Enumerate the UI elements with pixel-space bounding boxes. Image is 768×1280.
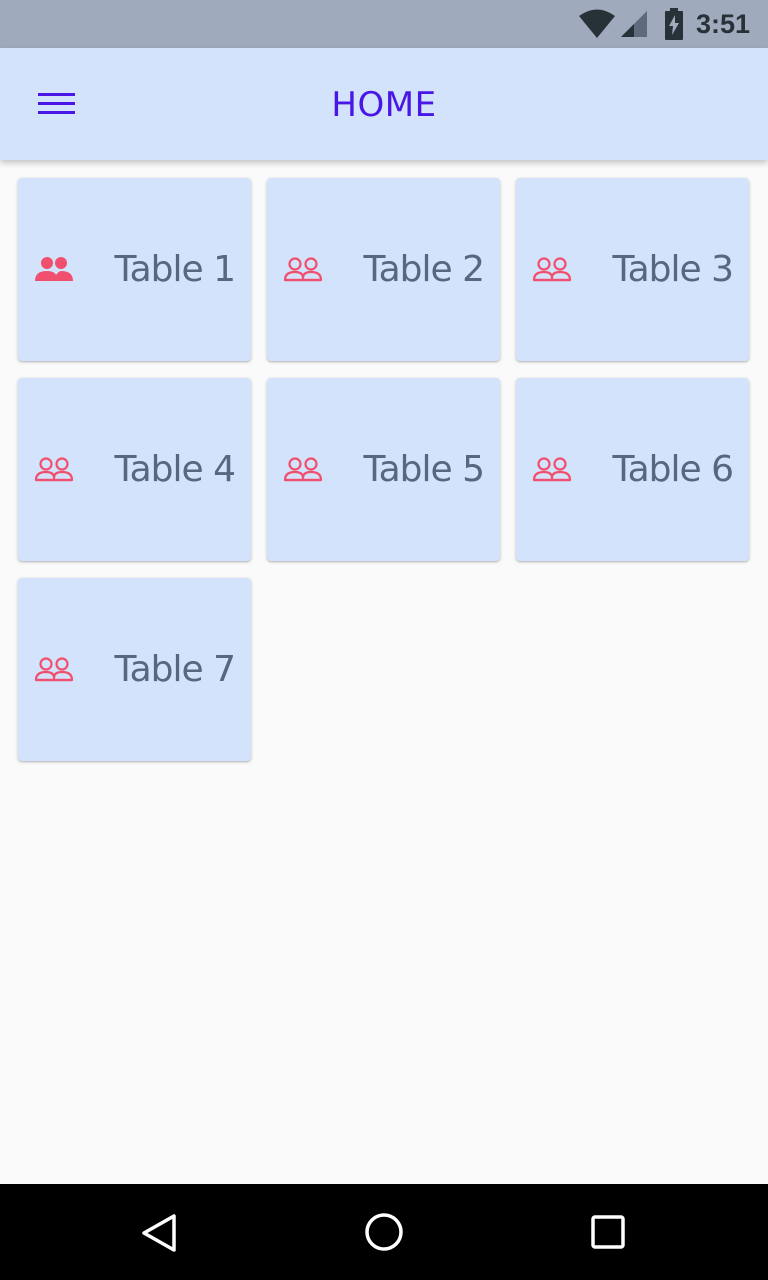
people-outline-icon bbox=[283, 255, 323, 285]
app-bar: HOME bbox=[0, 48, 768, 160]
table-card-4[interactable]: Table 4 bbox=[18, 378, 251, 561]
people-outline-icon bbox=[34, 655, 74, 685]
table-card-3[interactable]: Table 3 bbox=[516, 178, 749, 361]
people-outline-icon bbox=[34, 455, 74, 485]
table-label: Table 5 bbox=[363, 449, 485, 490]
hamburger-menu-icon bbox=[24, 93, 88, 132]
table-card-2[interactable]: Table 2 bbox=[267, 178, 500, 361]
table-label: Table 2 bbox=[363, 249, 485, 290]
recents-icon bbox=[584, 1215, 632, 1260]
table-label: Table 7 bbox=[114, 649, 236, 690]
people-outline-icon bbox=[532, 255, 572, 285]
table-label: Table 3 bbox=[612, 249, 734, 290]
table-card-6[interactable]: Table 6 bbox=[516, 378, 749, 561]
page-title: HOME bbox=[331, 85, 437, 125]
table-label: Table 4 bbox=[114, 449, 236, 490]
wifi-icon bbox=[578, 9, 616, 43]
back-button[interactable] bbox=[136, 1208, 184, 1256]
battery-charging-icon bbox=[664, 8, 684, 44]
table-card-1[interactable]: Table 1 bbox=[18, 178, 251, 361]
recents-button[interactable] bbox=[584, 1208, 632, 1256]
navigation-bar bbox=[0, 1184, 768, 1280]
people-outline-icon bbox=[283, 455, 323, 485]
status-bar: 3:51 bbox=[0, 0, 768, 48]
table-label: Table 1 bbox=[114, 249, 236, 290]
people-outline-icon bbox=[532, 455, 572, 485]
status-time: 3:51 bbox=[696, 9, 751, 39]
home-icon bbox=[360, 1213, 408, 1260]
table-label: Table 6 bbox=[612, 449, 734, 490]
menu-button[interactable] bbox=[24, 80, 88, 128]
table-card-7[interactable]: Table 7 bbox=[18, 578, 251, 761]
home-button[interactable] bbox=[360, 1208, 408, 1256]
back-icon bbox=[136, 1214, 184, 1260]
people-filled-icon bbox=[34, 255, 74, 285]
cell-signal-icon bbox=[620, 10, 648, 42]
table-card-5[interactable]: Table 5 bbox=[267, 378, 500, 561]
